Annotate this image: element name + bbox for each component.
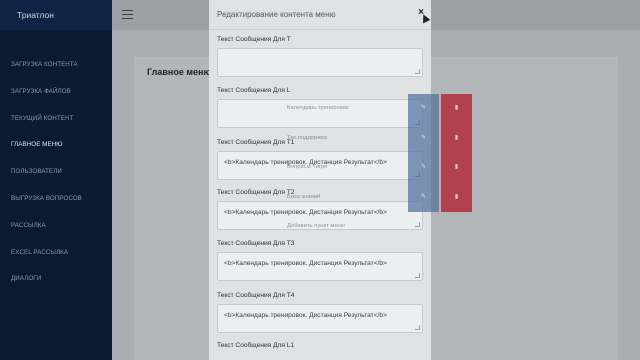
sidebar-item-users[interactable]: ПОЛЬЗОВАТЕЛИ: [0, 159, 112, 186]
field-label: Текст Сообщения Для L1: [217, 342, 295, 349]
field-label: Текст Сообщения Для T4: [217, 292, 295, 299]
sidebar-item-excel-mailing[interactable]: EXCEL РАССЫЛКА: [0, 240, 112, 267]
field-label: Текст Сообщения Для L: [217, 87, 291, 94]
sidebar-nav: ЗАГРУЗКА КОНТЕНТА ЗАГРУЗКА ФАЙЛОВ ТЕКУЩИ…: [0, 52, 112, 293]
sidebar-item-dialogs[interactable]: ДИАЛОГИ: [0, 266, 112, 293]
app-title: Триатлон: [0, 0, 112, 30]
sidebar-item-current-content[interactable]: ТЕКУЩИЙ КОНТЕНТ: [0, 106, 112, 133]
sidebar-item-content-upload[interactable]: ЗАГРУЗКА КОНТЕНТА: [0, 52, 112, 79]
field-t2: Текст Сообщения Для T2 <b>Календарь трен…: [217, 189, 423, 230]
textarea-t4[interactable]: <b>Календарь тренировок. Дистанция Резул…: [217, 304, 423, 333]
page-title: Главное меню: [147, 67, 212, 77]
hamburger-icon[interactable]: [122, 10, 133, 19]
sidebar-item-questions-export[interactable]: ВЫГРУЗКА ВОПРОСОВ: [0, 186, 112, 213]
textarea-t1[interactable]: <b>Календарь тренировок. Дистанция Резул…: [217, 151, 423, 180]
field-label: Текст Сообщения Для T1: [217, 139, 295, 146]
sidebar-item-mailing[interactable]: РАССЫЛКА: [0, 213, 112, 240]
field-t: Текст Сообщения Для Т: [217, 36, 423, 77]
field-label: Текст Сообщения Для Т: [217, 36, 291, 43]
sidebar: Триатлон ЗАГРУЗКА КОНТЕНТА ЗАГРУЗКА ФАЙЛ…: [0, 0, 112, 360]
sidebar-item-main-menu[interactable]: ГЛАВНОЕ МЕНЮ: [0, 132, 112, 159]
field-t1: Текст Сообщения Для T1 <b>Календарь трен…: [217, 139, 423, 180]
sidebar-item-file-upload[interactable]: ЗАГРУЗКА ФАЙЛОВ: [0, 79, 112, 106]
modal-title: Редактирование контента меню: [217, 10, 336, 19]
textarea-t2[interactable]: <b>Календарь тренировок. Дистанция Резул…: [217, 201, 423, 230]
edit-menu-content-modal: Редактирование контента меню × Текст Соо…: [209, 0, 431, 360]
textarea-t[interactable]: [217, 48, 423, 77]
field-l: Текст Сообщения Для L: [217, 87, 423, 128]
field-l1: Текст Сообщения Для L1: [217, 342, 423, 354]
field-t4: Текст Сообщения Для T4 <b>Календарь трен…: [217, 292, 423, 333]
field-t3: Текст Сообщения Для T3 <b>Календарь трен…: [217, 240, 423, 281]
textarea-t3[interactable]: <b>Календарь тренировок. Дистанция Резул…: [217, 252, 423, 281]
field-label: Текст Сообщения Для T3: [217, 240, 295, 247]
textarea-l[interactable]: [217, 99, 423, 128]
field-label: Текст Сообщения Для T2: [217, 189, 295, 196]
modal-header: Редактирование контента меню ×: [209, 0, 431, 30]
mouse-cursor-icon: [419, 12, 431, 24]
